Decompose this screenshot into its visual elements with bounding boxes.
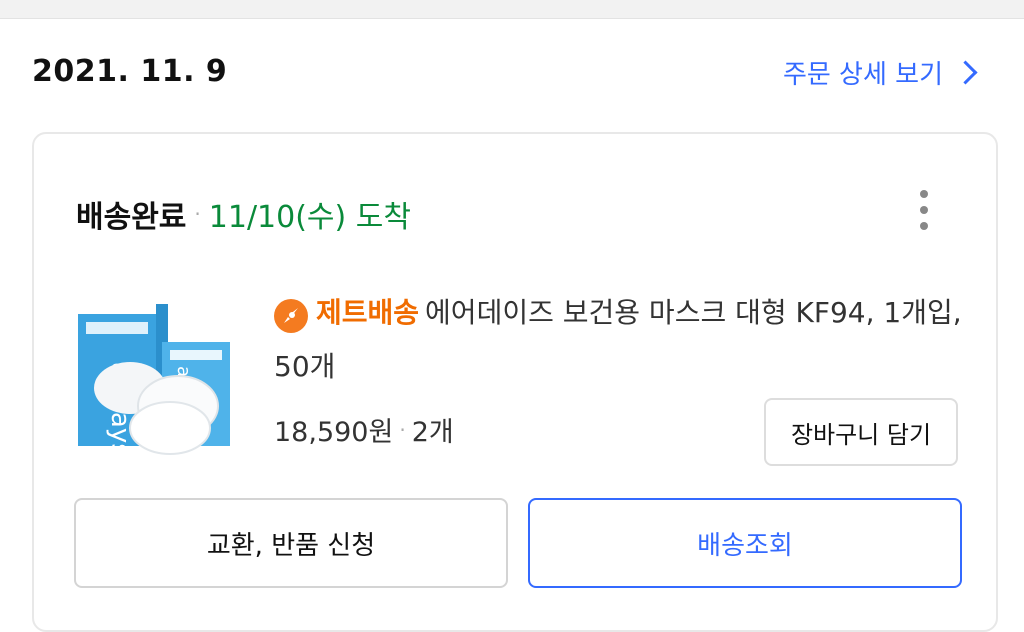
- top-divider-bar: [0, 0, 1024, 19]
- order-detail-link[interactable]: 주문 상세 보기: [783, 54, 980, 91]
- order-detail-label: 주문 상세 보기: [782, 60, 943, 90]
- order-date: 2021. 11. 9: [32, 54, 228, 89]
- rocket-icon: [274, 299, 308, 333]
- jet-delivery-badge: 제트배송: [316, 296, 420, 329]
- product-quantity: 2개: [411, 417, 454, 448]
- product-info[interactable]: 제트배송 에어데이즈 보건용 마스크 대형 KF94, 1개입, 50개: [274, 286, 964, 394]
- product-title-line: 제트배송 에어데이즈 보건용 마스크 대형 KF94, 1개입, 50개: [274, 286, 964, 394]
- price-row: 18,590원 · 2개: [274, 410, 454, 449]
- delivery-status-row: 배송완료 · 11/10(수) 도착: [76, 192, 411, 236]
- order-card: 배송완료 · 11/10(수) 도착 airdays airda 제트배송에어데…: [32, 132, 998, 632]
- arrival-date: 11/10(수) 도착: [208, 200, 411, 235]
- exchange-return-button[interactable]: 교환, 반품 신청: [74, 498, 508, 588]
- product-image[interactable]: airdays airda: [74, 302, 234, 458]
- more-options-icon[interactable]: [918, 190, 930, 230]
- track-delivery-button[interactable]: 배송조회: [528, 498, 962, 588]
- separator-dot: ·: [399, 417, 406, 442]
- product-price: 18,590원: [274, 417, 394, 448]
- separator-dot: ·: [194, 202, 201, 226]
- add-to-cart-button[interactable]: 장바구니 담기: [764, 398, 958, 466]
- action-buttons: 교환, 반품 신청 배송조회: [74, 498, 962, 588]
- delivery-status: 배송완료: [76, 200, 187, 235]
- chevron-right-icon: [953, 60, 978, 85]
